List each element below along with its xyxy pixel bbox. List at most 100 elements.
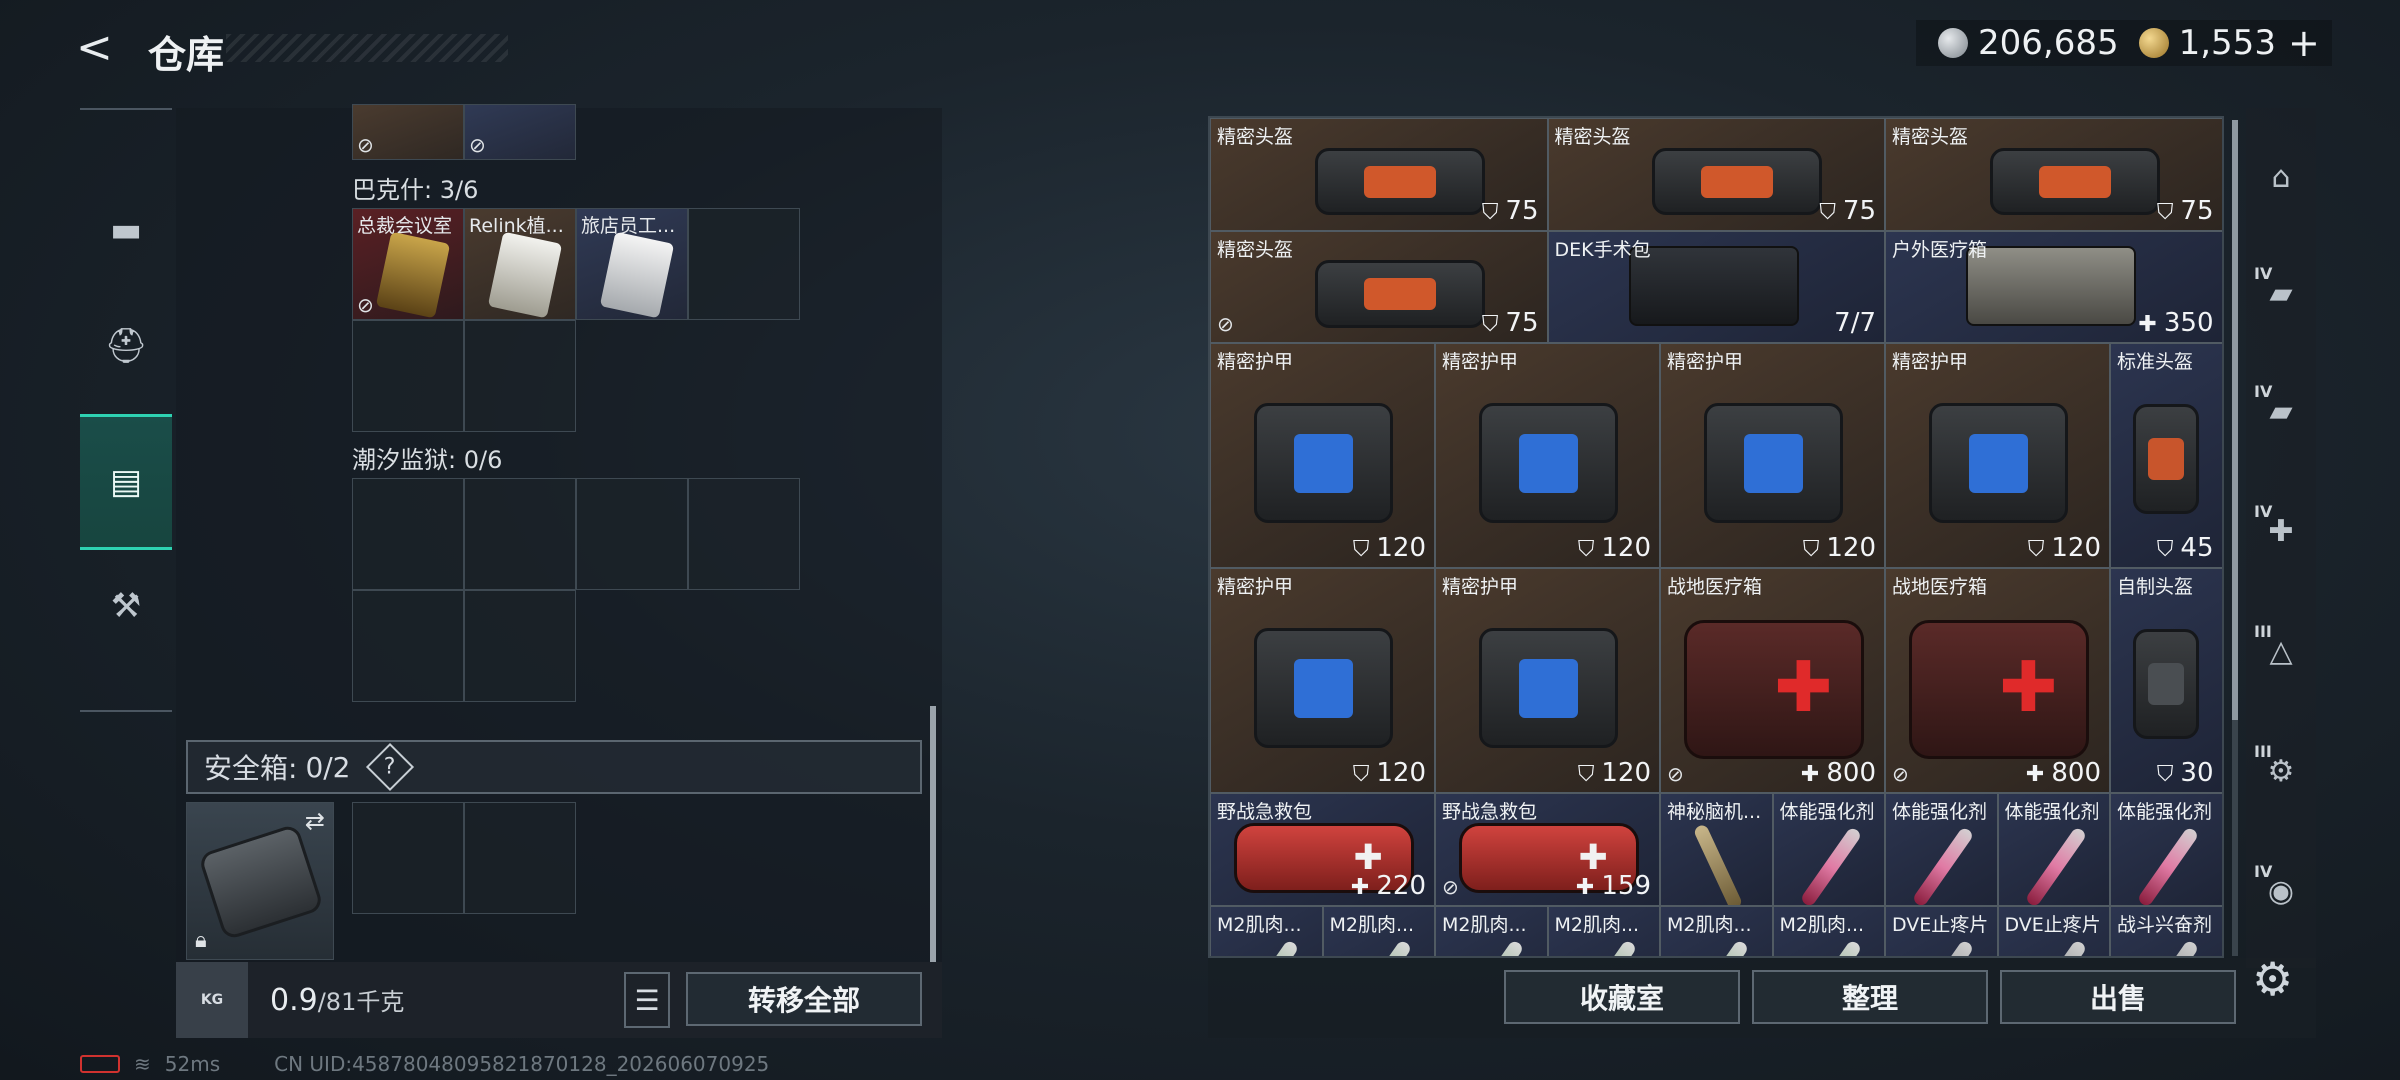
stash-item[interactable]: 精密护甲 ⛉ 120 [1435,343,1660,568]
add-currency-button[interactable]: + [2288,21,2320,65]
no-transfer-icon: ⊘ [469,133,486,157]
empty-slot[interactable] [576,478,688,590]
injector-image [1911,938,1975,956]
durability-shield-icon: ⛉ [1352,762,1377,787]
stash-item[interactable]: 神秘脑机... [1660,793,1773,906]
stash-item[interactable]: 精密头盔 ⛉ 75 [1547,118,1885,231]
item-name: 战斗兴奋剂 [2117,913,2213,936]
stash-item[interactable]: ✚ 野战急救包 ✚ 220 [1210,793,1435,906]
stash-item[interactable]: 户外医疗箱 ✚ 350 [1885,230,2222,343]
medkit-tier4-icon[interactable]: ✚ IV [2246,496,2316,566]
tier-badge: IV [2254,502,2273,521]
stash-item[interactable]: M2肌肉... [1210,905,1323,956]
stash-item[interactable]: M2肌肉... [1322,905,1435,956]
stash-item[interactable]: 精密护甲 ⛉ 120 [1660,343,1885,568]
help-icon[interactable]: ? [365,742,414,792]
stash-item[interactable]: DEK手术包 7/7 [1547,230,1885,343]
injector-image [1686,938,1750,956]
item-value: ⛉ 120 [1578,533,1651,563]
stash-item[interactable]: 精密头盔 ⛉ 75 ⊘ [1210,230,1548,343]
stash-item[interactable]: ✚ 战地医疗箱 ✚ 800 ⊘ [1885,568,2110,793]
sell-button[interactable]: 出售 [2000,970,2236,1024]
key-slot[interactable]: ⊘ [464,104,576,160]
empty-slot[interactable] [352,320,464,432]
empty-slot[interactable] [352,478,464,590]
back-arrow-icon[interactable]: < [76,24,124,72]
item-value: ⛉ 75 [2157,196,2214,226]
item-value-text: 159 [1601,870,1651,901]
stash-item[interactable]: 精密头盔 ⛉ 75 [1210,118,1548,231]
stash-item[interactable]: 体能强化剂 [1772,793,1885,906]
swap-icon[interactable]: ⇄ [305,807,325,835]
injector-image [1573,938,1638,956]
stash-item[interactable]: 标准头盔 ⛉ 45 [2110,343,2222,568]
rail-glyph: ▰ [2269,393,2293,429]
stash-item[interactable]: 精密头盔 ⛉ 75 [1885,118,2222,231]
gold-coin-icon [2138,28,2169,58]
item-name: 精密护甲 [1667,351,1744,373]
folder-tier4b-icon[interactable]: ▰ IV [2246,376,2316,446]
empty-slot[interactable] [464,590,576,702]
empty-slot[interactable] [464,478,576,590]
backpack-icon[interactable]: ⛑ [80,278,172,414]
transfer-all-button[interactable]: 转移全部 [686,972,922,1026]
stash-item[interactable]: DVE止疼片 [1997,905,2110,956]
silver-coin-icon [1938,28,1968,58]
stash-item[interactable]: 体能强化剂 [2110,793,2222,906]
safe-box-slot[interactable]: ⇄ 🔒︎ [186,802,334,960]
item-name: 精密护甲 [1217,351,1294,373]
key-slot[interactable]: ⊘ [352,104,464,160]
stash-item[interactable]: 精密护甲 ⛉ 120 [1210,568,1435,793]
empty-slot[interactable] [464,802,576,914]
heal-plus-icon: ✚ [1575,874,1602,900]
key-slot[interactable]: Relink植... [464,208,576,320]
gear-tier3-icon[interactable]: ⚙ III [2246,736,2316,806]
empty-slot[interactable] [688,478,800,590]
stash-item[interactable]: DVE止疼片 [1885,905,1998,956]
stash-item[interactable]: 精密护甲 ⛉ 120 [1435,568,1660,793]
key-slot[interactable]: 旅店员工... [576,208,688,320]
durability-shield-icon: ⛉ [2156,199,2181,225]
no-transfer-icon: ⊘ [1442,874,1459,899]
container-icon[interactable]: ▤ [80,414,172,550]
settings-gear-icon[interactable]: ⚙ [2252,952,2293,1006]
empty-slot[interactable] [688,208,800,320]
stash-item[interactable]: M2肌肉... [1547,905,1660,956]
safe-room-icon[interactable]: ⌂ [2246,142,2316,212]
folder-tier4-icon[interactable]: ▰ IV [2246,258,2316,328]
stash-item[interactable]: ✚ 战地医疗箱 ✚ 800 ⊘ [1660,568,1885,793]
eye-tier4-icon[interactable]: ◉ IV [2246,856,2316,926]
durability-shield-icon: ⛉ [2156,537,2181,562]
weight-bar: KG 0.9/81千克 ☰ 转移全部 [176,962,942,1038]
left-scrollbar[interactable] [930,706,936,962]
stash-item[interactable]: 战斗兴奋剂 [2110,905,2222,956]
stash-item[interactable]: M2肌肉... [1435,905,1548,956]
stash-item[interactable]: M2肌肉... [1660,905,1773,956]
item-value-text: 120 [1376,758,1426,788]
empty-slot[interactable] [352,590,464,702]
stash-item[interactable]: ✚ 野战急救包 ✚ 159 ⊘ [1435,793,1660,906]
empty-slot[interactable] [464,320,576,432]
stash-item[interactable]: 体能强化剂 [1997,793,2110,906]
stash-scrollbar[interactable] [2232,120,2238,956]
tier-badge: IV [2254,264,2273,283]
medkit-image: ✚ [1908,619,2089,760]
sort-button[interactable]: 整理 [1752,970,1988,1024]
key-slot[interactable]: 总裁会议室 ⊘ [352,208,464,320]
item-value-text: 75 [1842,195,1876,226]
stash-item[interactable]: 精密护甲 ⛉ 120 [1885,343,2110,568]
stash-item[interactable]: 体能强化剂 [1885,793,1998,906]
stash-item[interactable]: 精密护甲 ⛉ 120 [1210,343,1435,568]
item-value: ✚ 800 [2026,758,2101,788]
stash-item[interactable]: M2肌肉... [1772,905,1885,956]
collection-room-button[interactable]: 收藏室 [1504,970,1740,1024]
toolbox-icon[interactable]: ⚒ [80,538,172,674]
heal-plus-icon: ✚ [1350,874,1377,900]
empty-slot[interactable] [352,802,464,914]
list-view-button[interactable]: ☰ [624,972,670,1028]
durability-shield-icon: ⛉ [2027,537,2052,562]
durability-shield-icon: ⛉ [1819,199,1843,225]
stash-item[interactable]: 自制头盔 ⛉ 30 [2110,568,2222,793]
triangle-tier3-icon[interactable]: △ III [2246,616,2316,686]
item-name: 精密护甲 [1892,351,1969,373]
